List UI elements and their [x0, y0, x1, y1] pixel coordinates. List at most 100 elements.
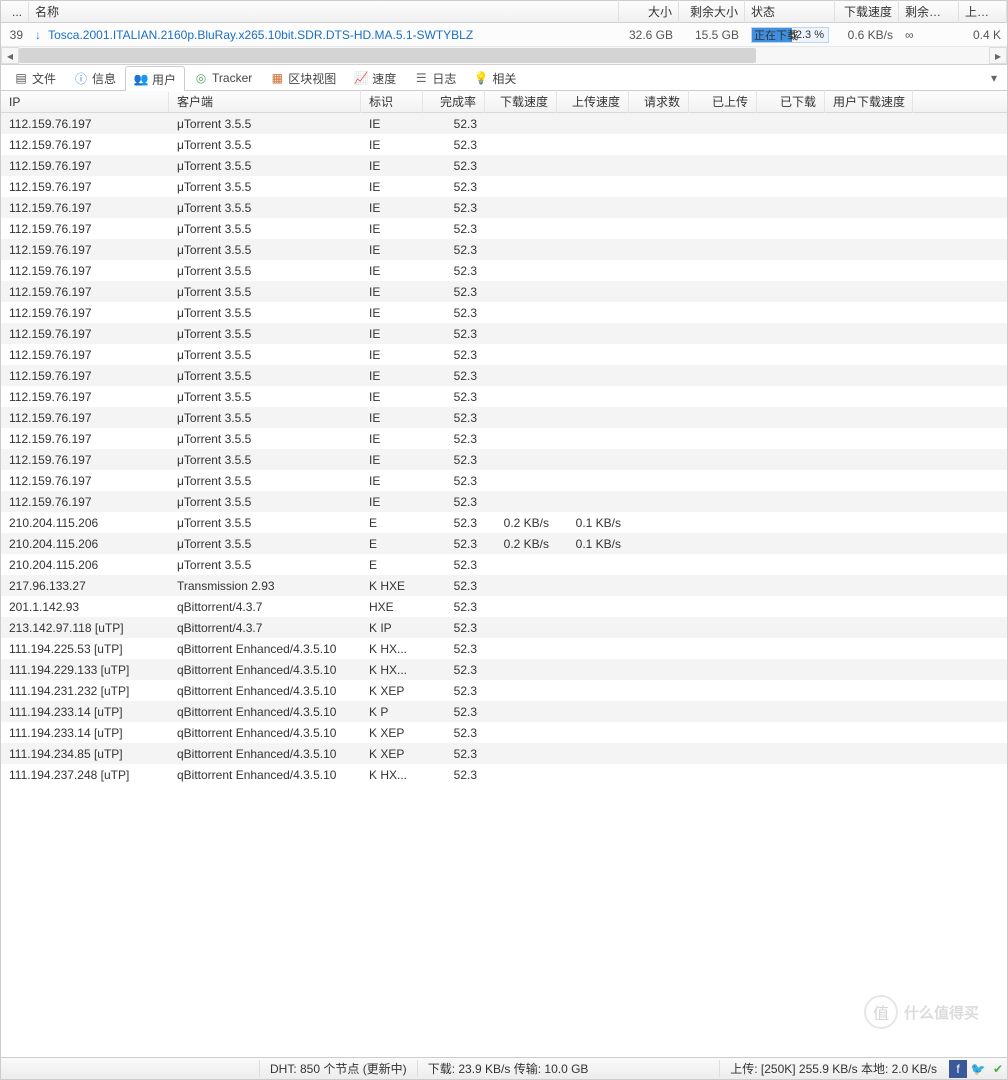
- peer-row[interactable]: 111.194.237.248 [uTP]qBittorrent Enhance…: [1, 764, 1007, 785]
- hdr-peerdl[interactable]: 用户下载速度: [825, 90, 913, 113]
- tab-info[interactable]: ⓘ信息: [65, 65, 125, 91]
- peer-row[interactable]: 112.159.76.197μTorrent 3.5.5IE52.3: [1, 113, 1007, 134]
- peer-row[interactable]: 111.194.233.14 [uTP]qBittorrent Enhanced…: [1, 722, 1007, 743]
- peer-uploaded: [689, 143, 757, 147]
- scroll-track[interactable]: [19, 47, 989, 64]
- peer-row[interactable]: 210.204.115.206μTorrent 3.5.5E52.30.2 KB…: [1, 512, 1007, 533]
- hdr-req[interactable]: 请求数: [629, 90, 689, 113]
- peer-row[interactable]: 217.96.133.27Transmission 2.93K HXE52.3: [1, 575, 1007, 596]
- status-download[interactable]: 下载: 23.9 KB/s 传输: 10.0 GB: [417, 1060, 599, 1077]
- scroll-right-icon[interactable]: ▸: [989, 47, 1007, 64]
- col-name[interactable]: 名称: [29, 0, 619, 23]
- peer-row[interactable]: 112.159.76.197μTorrent 3.5.5IE52.3: [1, 239, 1007, 260]
- peer-dl: [485, 227, 557, 231]
- peer-row[interactable]: 112.159.76.197μTorrent 3.5.5IE52.3: [1, 260, 1007, 281]
- peer-downloaded: [757, 689, 825, 693]
- hscrollbar[interactable]: ◂ ▸: [1, 47, 1007, 65]
- peer-dl: [485, 647, 557, 651]
- peer-row[interactable]: 112.159.76.197μTorrent 3.5.5IE52.3: [1, 218, 1007, 239]
- peer-flag: K HX...: [361, 661, 423, 679]
- task-seq: 39: [1, 25, 29, 45]
- peer-client: μTorrent 3.5.5: [169, 472, 361, 490]
- peer-row[interactable]: 112.159.76.197μTorrent 3.5.5IE52.3: [1, 449, 1007, 470]
- peer-progress: 52.3: [423, 640, 485, 658]
- peer-row[interactable]: 112.159.76.197μTorrent 3.5.5IE52.3: [1, 134, 1007, 155]
- peer-peerdl: [825, 290, 913, 294]
- peer-row[interactable]: 112.159.76.197μTorrent 3.5.5IE52.3: [1, 323, 1007, 344]
- hdr-progress[interactable]: 完成率: [423, 90, 485, 113]
- facebook-icon[interactable]: f: [949, 1060, 967, 1078]
- peer-row[interactable]: 210.204.115.206μTorrent 3.5.5E52.3: [1, 554, 1007, 575]
- peer-flag: IE: [361, 283, 423, 301]
- peer-peerdl: [825, 122, 913, 126]
- tab-pieces[interactable]: ▦区块视图: [261, 65, 345, 91]
- tabs-overflow-button[interactable]: ▾: [985, 71, 1003, 85]
- peer-row[interactable]: 112.159.76.197μTorrent 3.5.5IE52.3: [1, 386, 1007, 407]
- peer-uploaded: [689, 752, 757, 756]
- tab-speed[interactable]: 📈速度: [345, 65, 405, 91]
- col-dl-speed[interactable]: 下载速度: [835, 0, 899, 23]
- col-remaining[interactable]: 剩余大小: [679, 0, 745, 23]
- col-status[interactable]: 状态: [745, 0, 835, 23]
- peer-ip: 217.96.133.27: [1, 577, 169, 595]
- peer-row[interactable]: 112.159.76.197μTorrent 3.5.5IE52.3: [1, 365, 1007, 386]
- peer-row[interactable]: 111.194.225.53 [uTP]qBittorrent Enhanced…: [1, 638, 1007, 659]
- scroll-left-icon[interactable]: ◂: [1, 47, 19, 64]
- peer-req: [629, 227, 689, 231]
- hdr-downloaded[interactable]: 已下载: [757, 90, 825, 113]
- tab-log[interactable]: ☰日志: [405, 65, 465, 91]
- peer-req: [629, 542, 689, 546]
- hdr-dl[interactable]: 下载速度: [485, 90, 557, 113]
- peer-row[interactable]: 111.194.234.85 [uTP]qBittorrent Enhanced…: [1, 743, 1007, 764]
- peer-row[interactable]: 112.159.76.197μTorrent 3.5.5IE52.3: [1, 176, 1007, 197]
- tab-file[interactable]: ▤文件: [5, 65, 65, 91]
- peer-ip: 111.194.231.232 [uTP]: [1, 682, 169, 700]
- network-ok-icon[interactable]: ✔: [989, 1060, 1007, 1078]
- peer-peerdl: [825, 437, 913, 441]
- hdr-client[interactable]: 客户端: [169, 90, 361, 113]
- peer-row[interactable]: 111.194.229.133 [uTP]qBittorrent Enhance…: [1, 659, 1007, 680]
- scroll-thumb[interactable]: [19, 48, 756, 63]
- peer-client: μTorrent 3.5.5: [169, 199, 361, 217]
- tab-users[interactable]: 👥用户: [125, 66, 185, 92]
- hdr-ul[interactable]: 上传速度: [557, 90, 629, 113]
- peer-client: μTorrent 3.5.5: [169, 262, 361, 280]
- hdr-ip[interactable]: IP: [1, 92, 169, 112]
- peer-flag: E: [361, 514, 423, 532]
- peer-row[interactable]: 112.159.76.197μTorrent 3.5.5IE52.3: [1, 155, 1007, 176]
- col-size[interactable]: 大小: [619, 0, 679, 23]
- peer-row[interactable]: 201.1.142.93qBittorrent/4.3.7HXE52.3: [1, 596, 1007, 617]
- peer-row[interactable]: 210.204.115.206μTorrent 3.5.5E52.30.2 KB…: [1, 533, 1007, 554]
- peer-downloaded: [757, 227, 825, 231]
- status-upload[interactable]: 上传: [250K] 255.9 KB/s 本地: 2.0 KB/s: [719, 1060, 947, 1077]
- peer-row[interactable]: 213.142.97.118 [uTP]qBittorrent/4.3.7K I…: [1, 617, 1007, 638]
- peer-table-body[interactable]: 112.159.76.197μTorrent 3.5.5IE52.3112.15…: [1, 113, 1007, 1057]
- peer-row[interactable]: 112.159.76.197μTorrent 3.5.5IE52.3: [1, 197, 1007, 218]
- peer-row[interactable]: 112.159.76.197μTorrent 3.5.5IE52.3: [1, 470, 1007, 491]
- peer-ul: [557, 290, 629, 294]
- status-dht[interactable]: DHT: 850 个节点 (更新中): [259, 1060, 417, 1077]
- peer-ul: [557, 185, 629, 189]
- peer-req: [629, 248, 689, 252]
- peer-row[interactable]: 112.159.76.197μTorrent 3.5.5IE52.3: [1, 407, 1007, 428]
- peer-progress: 52.3: [423, 115, 485, 133]
- peer-row[interactable]: 112.159.76.197μTorrent 3.5.5IE52.3: [1, 344, 1007, 365]
- twitter-icon[interactable]: 🐦: [969, 1060, 987, 1078]
- peer-row[interactable]: 112.159.76.197μTorrent 3.5.5IE52.3: [1, 302, 1007, 323]
- hdr-flag[interactable]: 标识: [361, 90, 423, 113]
- peer-downloaded: [757, 542, 825, 546]
- peer-row[interactable]: 112.159.76.197μTorrent 3.5.5IE52.3: [1, 281, 1007, 302]
- peer-row[interactable]: 112.159.76.197μTorrent 3.5.5IE52.3: [1, 491, 1007, 512]
- task-row[interactable]: 39 ↓ Tosca.2001.ITALIAN.2160p.BluRay.x26…: [1, 23, 1007, 47]
- tab-tracker[interactable]: ◎Tracker: [185, 66, 261, 89]
- peer-row[interactable]: 112.159.76.197μTorrent 3.5.5IE52.3: [1, 428, 1007, 449]
- peer-progress: 52.3: [423, 535, 485, 553]
- col-seq[interactable]: ...: [1, 2, 29, 22]
- col-ul-speed[interactable]: 上传速: [959, 0, 1007, 23]
- tab-related[interactable]: 💡相关: [465, 65, 525, 91]
- hdr-uploaded[interactable]: 已上传: [689, 90, 757, 113]
- peer-progress: 52.3: [423, 241, 485, 259]
- peer-row[interactable]: 111.194.233.14 [uTP]qBittorrent Enhanced…: [1, 701, 1007, 722]
- peer-row[interactable]: 111.194.231.232 [uTP]qBittorrent Enhance…: [1, 680, 1007, 701]
- col-rem-time[interactable]: 剩余时间: [899, 0, 959, 23]
